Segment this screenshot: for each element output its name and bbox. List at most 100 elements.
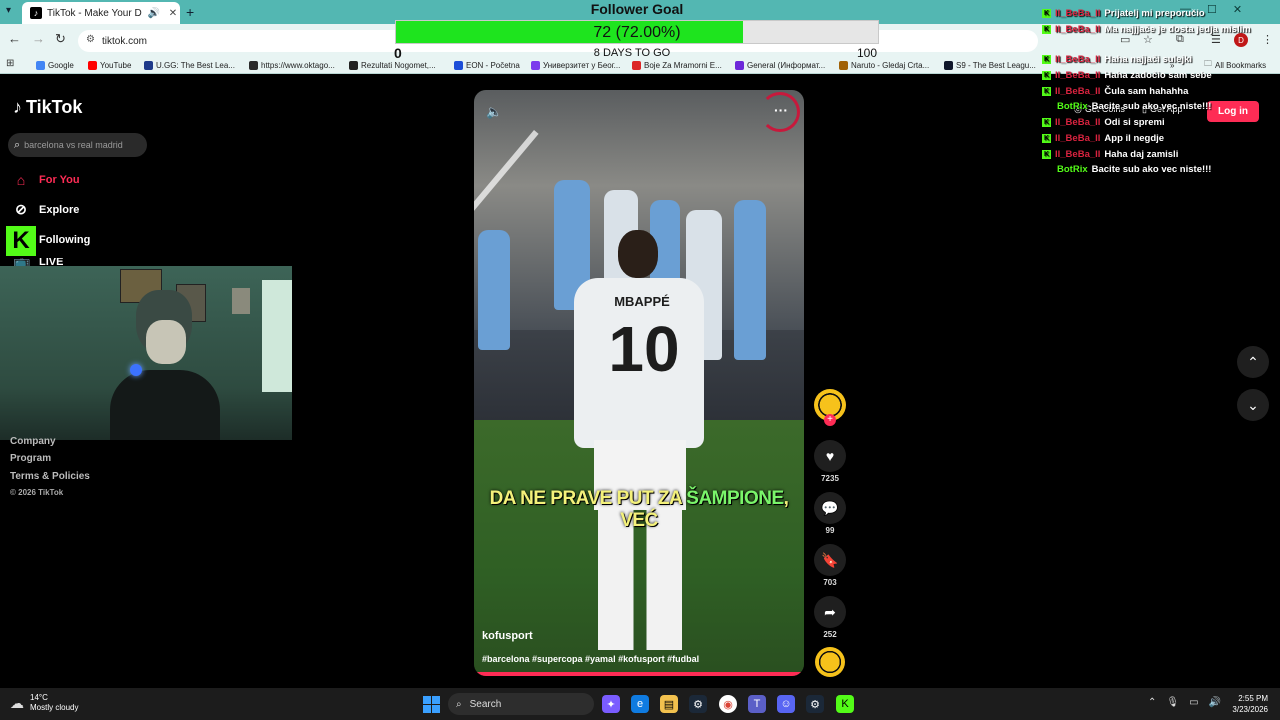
forward-icon[interactable]: → [32, 31, 45, 46]
start-button[interactable] [423, 696, 440, 713]
microphone-icon[interactable]: 🎙 [1166, 697, 1179, 708]
taskbar-search[interactable]: ⌕ Search [448, 693, 594, 715]
chat-message: BotRix Bacite sub ako vec niste!!! [1057, 164, 1211, 175]
bookmark-icon: 🔖 [814, 544, 846, 576]
bookmark-item[interactable]: https://www.oktago... [249, 58, 335, 72]
comment-button[interactable]: 💬 99 [813, 492, 847, 535]
compass-icon: ⊘ [15, 201, 27, 217]
like-button[interactable]: ♥ 7235 [813, 440, 847, 483]
nav-explore[interactable]: ⊘ Explore [13, 201, 79, 218]
edge-icon[interactable]: e [631, 695, 649, 713]
chat-username: BotRix [1057, 164, 1088, 175]
video-author[interactable]: kofusport [482, 630, 533, 642]
clock[interactable]: 2:55 PM 3/23/2026 [1226, 693, 1268, 715]
teams-icon[interactable]: T [748, 695, 766, 713]
goal-days-left: 8 DAYS TO GO [593, 47, 671, 59]
chrome-icon[interactable]: ◉ [719, 695, 737, 713]
chat-message: K II_BeBa_II Haha daj zamisli [1042, 149, 1178, 160]
search-input[interactable]: ⌕ barcelona vs real madrid [8, 133, 147, 157]
back-icon[interactable]: ← [8, 31, 21, 46]
browser-tab[interactable]: ♪ TikTok - Make Your Day 🔊 ✕ [22, 2, 180, 24]
bookmark-item[interactable]: YouTube [88, 58, 131, 72]
bookmark-item[interactable]: General (Информат... [735, 58, 825, 72]
footer-terms[interactable]: Terms & Policies [10, 471, 90, 482]
chat-text: Bacite sub ako vec niste!!! [1091, 164, 1212, 175]
steam-2-icon[interactable]: ⚙ [806, 695, 824, 713]
bookmark-label: Универзитет у Беог... [543, 60, 621, 70]
file-explorer-icon[interactable]: ▤ [660, 695, 678, 713]
tab-menu-icon[interactable]: ▾ [6, 5, 11, 16]
reload-icon[interactable]: ↻ [55, 31, 66, 47]
kick-badge-icon: K [1042, 118, 1051, 127]
share-count: 252 [823, 630, 837, 639]
video-main-head [618, 230, 658, 278]
bookmark-item[interactable]: Naruto - Gledaj Crta... [839, 58, 929, 72]
save-button[interactable]: 🔖 703 [813, 544, 847, 587]
close-window-icon[interactable]: ✕ [1233, 3, 1242, 16]
previous-video-button[interactable]: ⌃ [1237, 346, 1269, 378]
goal-progress-bar: 72 (72.00%) [395, 20, 879, 44]
footer-company[interactable]: Company [10, 436, 56, 446]
kick-badge-icon: K [1042, 55, 1051, 64]
network-icon[interactable]: ▭ [1189, 697, 1198, 708]
footer-program[interactable]: Program [10, 453, 51, 464]
bookmark-favicon-icon [531, 60, 540, 70]
video-hashtags[interactable]: #barcelona #supercopa #yamal #kofusport … [482, 654, 699, 664]
bookmark-item[interactable]: Google [36, 58, 74, 72]
live-tv-icon: 📺 [13, 258, 31, 266]
next-video-button[interactable]: ⌄ [1237, 389, 1269, 421]
kick-badge-icon: K [1042, 87, 1051, 96]
discord-icon[interactable]: ☺ [777, 695, 795, 713]
bookmark-item[interactable]: EON - Početna [454, 58, 520, 72]
nav-for-you[interactable]: ⌂ For You [13, 172, 80, 188]
clock-time: 2:55 PM [1238, 694, 1268, 703]
profile-avatar[interactable]: D [1234, 33, 1248, 47]
chat-username: II_BeBa_II [1055, 86, 1101, 97]
video-player[interactable]: MBAPPÉ 10 DA NE PRAVE PUT ZA ŠAMPIONE, V… [474, 90, 804, 676]
tab-close-icon[interactable]: ✕ [166, 8, 180, 19]
bookmark-item[interactable]: U.GG: The Best Lea... [144, 58, 235, 72]
bookmark-item[interactable]: Rezultati Nogomet,... [349, 58, 436, 72]
bookmark-item[interactable]: S9 - The Best Leagu... [944, 58, 1036, 72]
steam-icon[interactable]: ⚙ [689, 695, 707, 713]
apps-grid-icon[interactable]: ⊞ [6, 58, 14, 69]
tray-overflow-icon[interactable]: ⌃ [1148, 697, 1156, 708]
music-disc-icon[interactable] [815, 647, 845, 677]
kick-app-icon[interactable]: K [836, 695, 854, 713]
mute-icon[interactable]: 🔈 [486, 104, 502, 120]
cloud-icon: ☁ [10, 694, 24, 711]
weather-widget[interactable]: ☁ 14°C Mostly cloudy [10, 693, 78, 713]
browser-menu-icon[interactable]: ⋮ [1262, 33, 1273, 46]
search-icon: ⌕ [456, 698, 462, 710]
streamer [110, 290, 220, 440]
bookmark-item[interactable]: Boje Za Mramorni E... [632, 58, 722, 72]
bookmark-item[interactable]: Универзитет у Беог... [531, 58, 620, 72]
video-player-figure [478, 230, 510, 350]
share-button[interactable]: ➦ 252 [813, 596, 847, 639]
bookmark-label: Rezultati Nogomet,... [361, 60, 436, 70]
chat-username: II_BeBa_II [1055, 133, 1101, 144]
chat-message: K II_BeBa_II Prijatelj mi preporučio [1042, 8, 1205, 19]
chat-text: Ma najjjače je dosta jedja mislim [1104, 24, 1251, 35]
volume-icon[interactable]: 🔊 [1209, 697, 1221, 708]
login-button[interactable]: Log in [1207, 101, 1259, 122]
more-options-icon[interactable]: ··· [774, 102, 788, 118]
chat-text: App il negdje [1104, 133, 1165, 144]
chat-text: Haha zadočio sam sebe [1104, 70, 1212, 81]
new-tab-button[interactable]: + [186, 4, 194, 20]
maximize-icon[interactable]: ☐ [1207, 3, 1217, 16]
site-info-icon[interactable]: ⚙ [86, 34, 95, 45]
copilot-icon[interactable]: ✦ [602, 695, 620, 713]
bookmark-label: U.GG: The Best Lea... [156, 60, 235, 70]
comment-count: 99 [825, 526, 835, 535]
follow-plus-icon[interactable]: + [824, 414, 836, 426]
chat-message: K II_BeBa_II Ma najjjače je dosta jedja mi… [1042, 24, 1251, 35]
bookmark-favicon-icon [944, 60, 953, 70]
all-bookmarks[interactable]: 🗀 All Bookmarks [1204, 58, 1266, 72]
nav-live[interactable]: 📺 LIVE [13, 258, 63, 266]
tiktok-logo[interactable]: ♪ TikTok [13, 97, 82, 118]
bookmark-favicon-icon [454, 60, 463, 70]
tab-audio-icon[interactable]: 🔊 [147, 8, 161, 19]
video-progress-bar[interactable] [474, 672, 804, 676]
goal-max: 100 [857, 46, 878, 60]
